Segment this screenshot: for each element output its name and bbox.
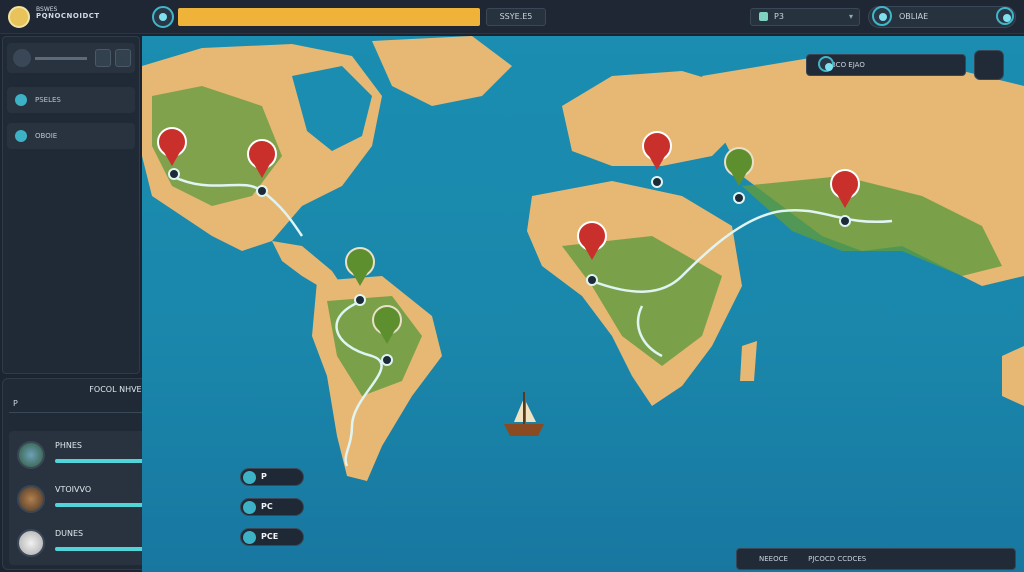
globe-icon bbox=[15, 94, 27, 106]
counter-chip: SSYE.E5 bbox=[486, 8, 546, 26]
account-chip-label: OBLIAE bbox=[899, 12, 929, 21]
resource-icon bbox=[759, 12, 768, 21]
map-control-2[interactable]: PCE bbox=[240, 528, 304, 546]
destination-name: DUNES bbox=[55, 529, 84, 538]
side-panel: PSELES OBOIE bbox=[2, 36, 140, 374]
chevron-down-icon: ▾ bbox=[848, 12, 853, 21]
map-info-icon bbox=[818, 56, 834, 72]
sidebar-item-1[interactable]: OBOIE bbox=[7, 123, 135, 149]
ship-icon[interactable] bbox=[504, 392, 544, 436]
menu-button[interactable] bbox=[115, 49, 131, 67]
greenland-landmass bbox=[372, 36, 512, 106]
info-icon bbox=[243, 471, 256, 484]
map-status-label-b: PJCOCD CCDCES bbox=[808, 555, 867, 563]
player-xp-line bbox=[35, 57, 87, 60]
expedition-progress-bar bbox=[178, 8, 480, 26]
brand-line-2: PQNOCNOIDCT bbox=[36, 12, 100, 20]
settings-icon[interactable] bbox=[996, 7, 1014, 25]
sidebar-item-label: PSELES bbox=[35, 96, 61, 104]
info-icon bbox=[243, 501, 256, 514]
map-info-label: BCO EJAO bbox=[831, 61, 865, 69]
game-logo-icon bbox=[8, 6, 30, 28]
map-control-label: PCE bbox=[261, 532, 279, 541]
account-avatar-icon bbox=[872, 6, 892, 26]
destination-name: PHNES bbox=[55, 441, 82, 450]
madagascar bbox=[740, 341, 757, 381]
resource-chip-label: P3 bbox=[774, 12, 784, 21]
mountain-icon bbox=[17, 441, 45, 469]
top-bar: BSWES PQNOCNOIDCT SSYE.E5 P3 ▾ OBLIAE bbox=[0, 0, 1024, 34]
inventory-button[interactable] bbox=[95, 49, 111, 67]
filter-label[interactable]: P bbox=[13, 399, 18, 408]
map-canvas bbox=[142, 36, 1024, 481]
sidebar-item-0[interactable]: PSELES bbox=[7, 87, 135, 113]
side-panel-header bbox=[7, 43, 135, 73]
progress-fill bbox=[178, 8, 480, 26]
map-status-bar[interactable]: NEEOCE PJCOCD CCDCES bbox=[736, 548, 1016, 570]
resource-chip[interactable]: P3 ▾ bbox=[750, 8, 860, 26]
map-control-1[interactable]: PC bbox=[240, 498, 304, 516]
castle-icon bbox=[17, 485, 45, 513]
world-map[interactable]: BCO EJAO P PC PCE NEEOCE PJCOCD CCDCES bbox=[142, 36, 1024, 572]
map-control-label: PC bbox=[261, 502, 273, 511]
player-icon bbox=[13, 49, 31, 67]
zoom-toggle-button[interactable] bbox=[974, 50, 1004, 80]
map-control-0[interactable]: P bbox=[240, 468, 304, 486]
map-control-label: P bbox=[261, 472, 267, 481]
info-icon bbox=[243, 531, 256, 544]
brand: BSWES PQNOCNOIDCT bbox=[36, 6, 100, 20]
world-button[interactable] bbox=[152, 6, 174, 28]
map-status-label-a: NEEOCE bbox=[759, 555, 788, 563]
temple-icon bbox=[17, 529, 45, 557]
compass-icon bbox=[15, 130, 27, 142]
destination-name: VTOIVVO bbox=[55, 485, 92, 494]
australia-landmass bbox=[1002, 346, 1024, 406]
sidebar-item-label: OBOIE bbox=[35, 132, 58, 140]
